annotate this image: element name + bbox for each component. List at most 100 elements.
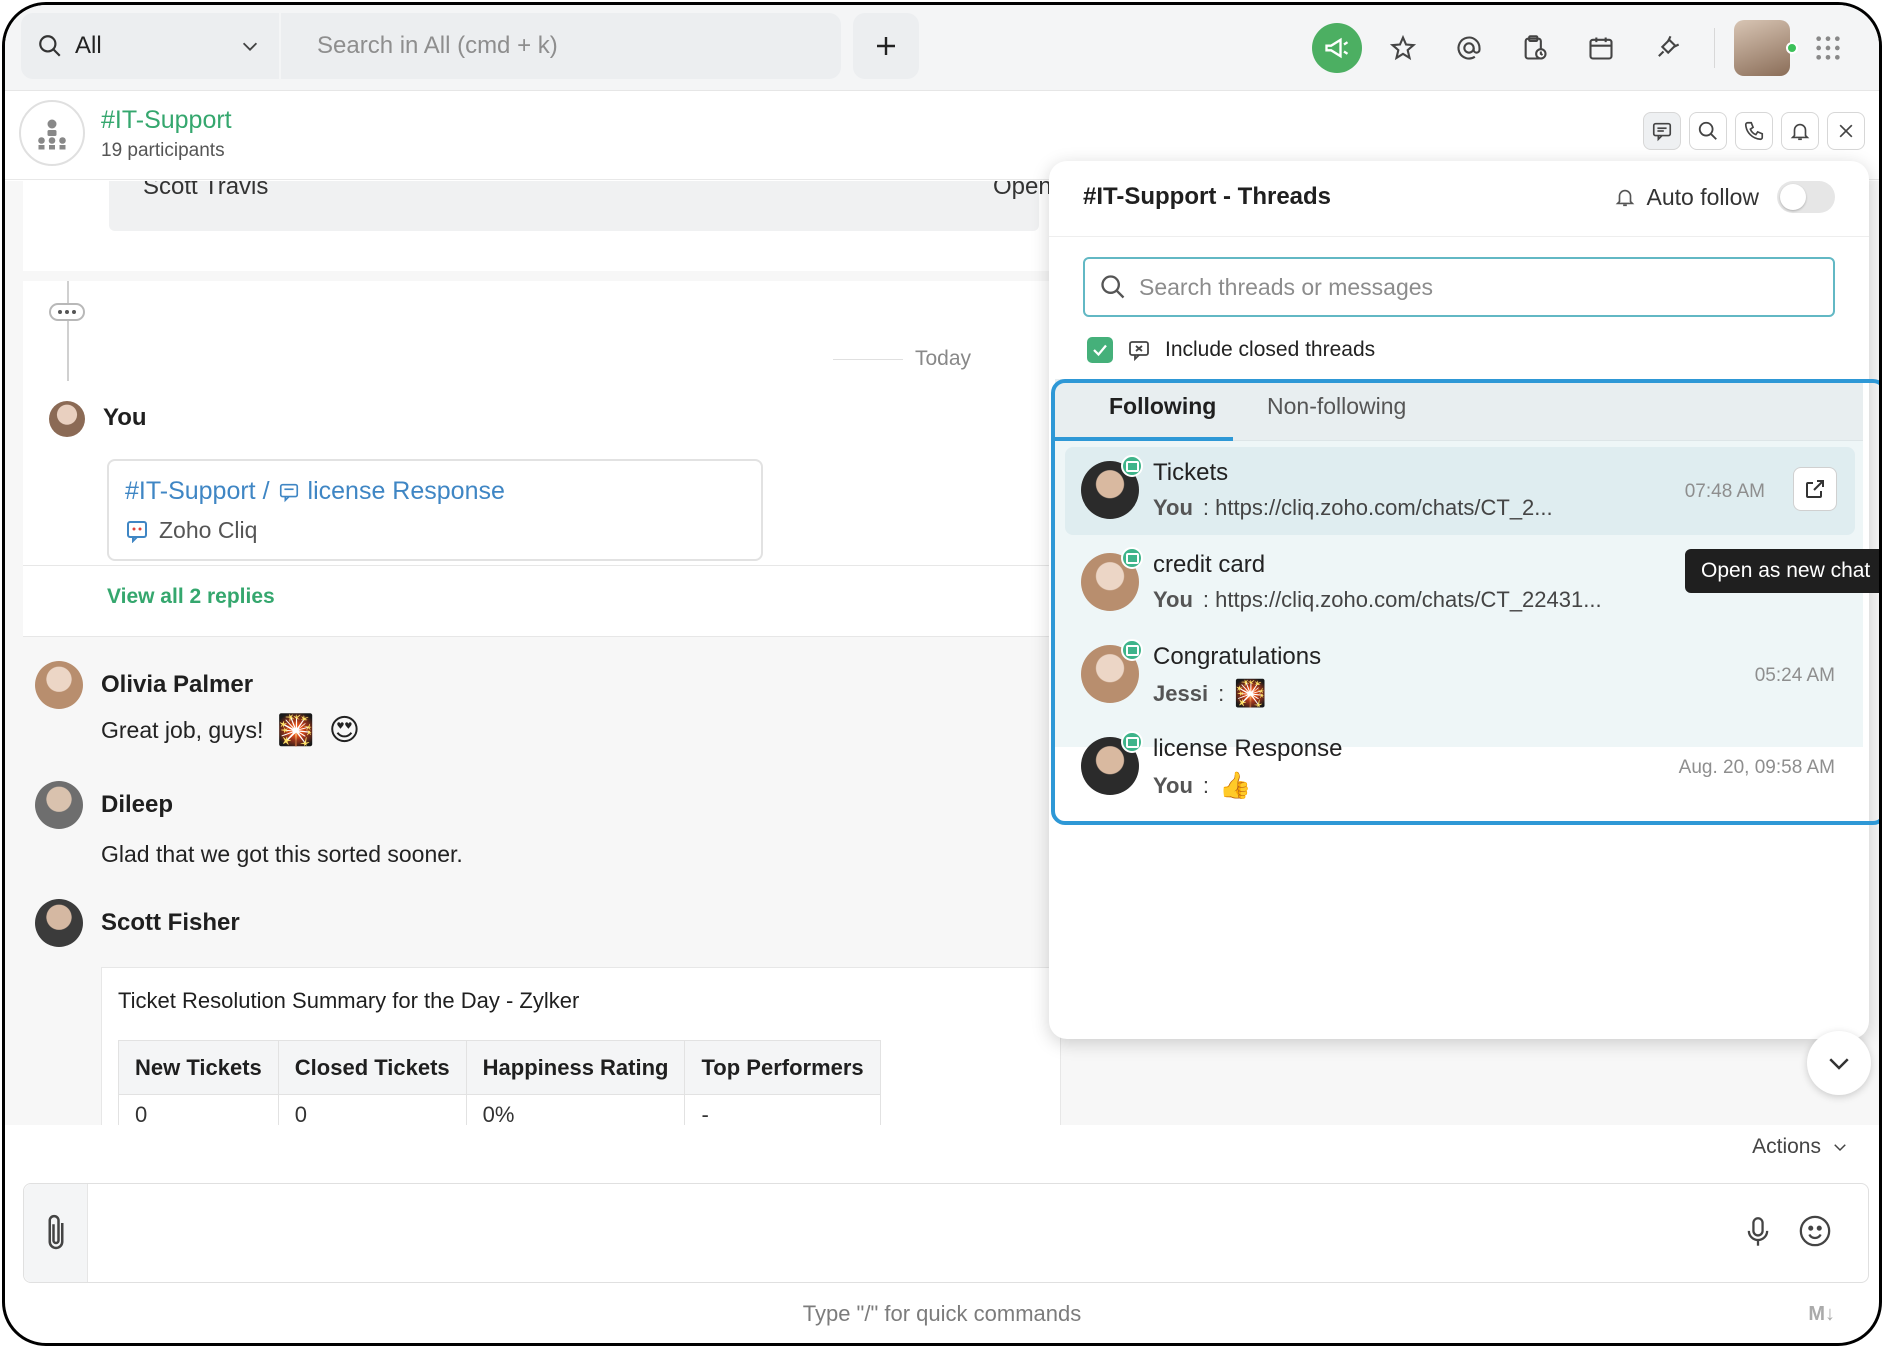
scroll-to-bottom-button[interactable] [1807,1031,1871,1095]
thread-name: license Response [1153,735,1343,762]
thread-icon [279,483,298,502]
thumbs-up-emoji: 👍 [1219,771,1252,801]
smiley-icon [1799,1215,1831,1247]
global-search-input[interactable] [281,13,841,79]
starred-button[interactable] [1370,17,1436,79]
thread-row[interactable]: license Response You: 👍 Aug. 20, 09:58 AM [1065,723,1855,811]
table-row: 0 0 0% - [118,1094,881,1125]
emoji-picker-button[interactable] [1798,1214,1832,1253]
avatar[interactable] [35,781,83,829]
avatar [1734,20,1798,76]
threads-button[interactable] [1643,112,1681,150]
attach-button[interactable] [24,1184,88,1282]
chevron-down-icon [242,42,258,51]
bell-icon [1616,189,1635,207]
heart-eyes-emoji: 😍 [328,713,360,748]
external-link-icon [1806,480,1824,498]
avatar[interactable] [35,661,83,709]
close-icon [1839,124,1853,138]
active-tab-indicator [1055,437,1233,441]
thread-preview: : [1202,773,1210,798]
quick-commands-hint: Type "/" for quick commands [802,1301,1082,1326]
mentions-button[interactable] [1436,17,1502,79]
close-chat-button[interactable] [1827,112,1865,150]
fireworks-emoji: 🎇 [1234,679,1267,709]
summary-title: Ticket Resolution Summary for the Day - … [118,988,580,1013]
integrations-button[interactable] [1634,17,1700,79]
tab-non-following[interactable]: Non-following [1267,393,1406,420]
thread-sender: You [1153,495,1193,520]
thread-last-message: You: https://cliq.zoho.com/chats/CT_2243… [1153,587,1602,613]
announcement-icon [1325,37,1349,59]
thread-link-name[interactable]: license Response [308,477,505,506]
open-as-new-chat-button[interactable] [1793,467,1837,511]
calendar-button[interactable] [1568,17,1634,79]
online-status-dot [1786,42,1798,54]
thread-sender: You [1153,773,1193,798]
include-closed-checkbox[interactable] [1087,337,1113,363]
participant-count[interactable]: 19 participants [101,140,225,162]
message-author[interactable]: Scott Fisher [101,909,240,937]
microphone-icon [1747,1217,1769,1246]
threads-search-box[interactable] [1083,257,1835,317]
search-icon [1698,121,1717,140]
threads-panel: #IT-Support - Threads Auto follow Includ… [1049,161,1869,1039]
thread-link-title[interactable]: #IT-Support / license Response [125,477,505,506]
channel-search-button[interactable] [1689,112,1727,150]
thread-time: 07:48 AM [1684,481,1765,502]
table-cell: 0% [465,1094,686,1125]
view-all-replies-link[interactable]: View all 2 replies [107,585,275,609]
threads-search-input[interactable] [1139,273,1779,301]
thread-time: Aug. 20, 09:58 AM [1678,757,1835,778]
search-icon [39,35,61,57]
app-window: All Search in All (cmd + k) #IT-Support … [2,2,1882,1346]
thread-link-card[interactable]: #IT-Support / license Response Zoho Cliq [107,459,763,561]
thread-row[interactable]: Tickets You: https://cliq.zoho.com/chats… [1065,447,1855,535]
message-author[interactable]: Dileep [101,791,173,819]
voice-message-button[interactable] [1744,1216,1772,1253]
avatar[interactable] [35,899,83,947]
fireworks-emoji: 🎇 [277,713,315,748]
integrations-icon [1658,35,1680,57]
call-button[interactable] [1735,112,1773,150]
chevron-down-icon [1829,1058,1849,1070]
message-author[interactable]: Olivia Palmer [101,671,253,699]
message-author[interactable]: You [103,404,147,432]
thread-preview: : https://cliq.zoho.com/chats/CT_22431..… [1202,587,1602,612]
reminders-button[interactable] [1502,17,1568,79]
markdown-toggle[interactable]: M↓ [1808,1303,1835,1326]
tab-following[interactable]: Following [1109,393,1216,420]
message-composer [23,1183,1869,1283]
thread-link-channel[interactable]: #IT-Support / [125,477,270,506]
thread-badge-icon [1121,547,1143,569]
message-text: Glad that we got this sorted sooner. [101,841,463,867]
more-messages-button[interactable] [49,303,85,321]
checkmark-icon [1093,344,1107,357]
profile-avatar-button[interactable] [1729,17,1798,79]
top-bar-divider [1714,28,1715,68]
thread-connector-line [67,281,69,381]
include-closed-row: Include closed threads [1087,337,1375,363]
include-closed-label[interactable]: Include closed threads [1165,338,1375,362]
thread-icon [1652,122,1672,142]
bell-icon [1790,123,1810,141]
thread-time: 05:24 AM [1754,665,1835,686]
thread-last-message: Jessi: 🎇 [1153,679,1267,709]
avatar[interactable] [49,401,85,437]
thread-divider [23,565,1063,566]
new-chat-button[interactable] [853,13,919,79]
message-input[interactable] [102,1204,1702,1262]
channel-avatar[interactable] [19,100,85,166]
apps-grid-button[interactable] [1795,17,1861,79]
announcement-button[interactable] [1304,17,1370,79]
thread-row[interactable]: Congratulations Jessi: 🎇 05:24 AM [1065,631,1855,719]
auto-follow-toggle[interactable] [1777,181,1835,213]
thread-preview: : [1218,681,1225,706]
table-header: Happiness Rating [465,1040,686,1095]
actions-menu[interactable]: Actions [1752,1135,1849,1159]
thread-last-message: You: 👍 [1153,771,1251,801]
search-scope-selector[interactable]: All [21,13,279,79]
channel-name[interactable]: #IT-Support [101,106,232,135]
notifications-button[interactable] [1781,112,1819,150]
apps-grid-icon [1816,36,1840,60]
